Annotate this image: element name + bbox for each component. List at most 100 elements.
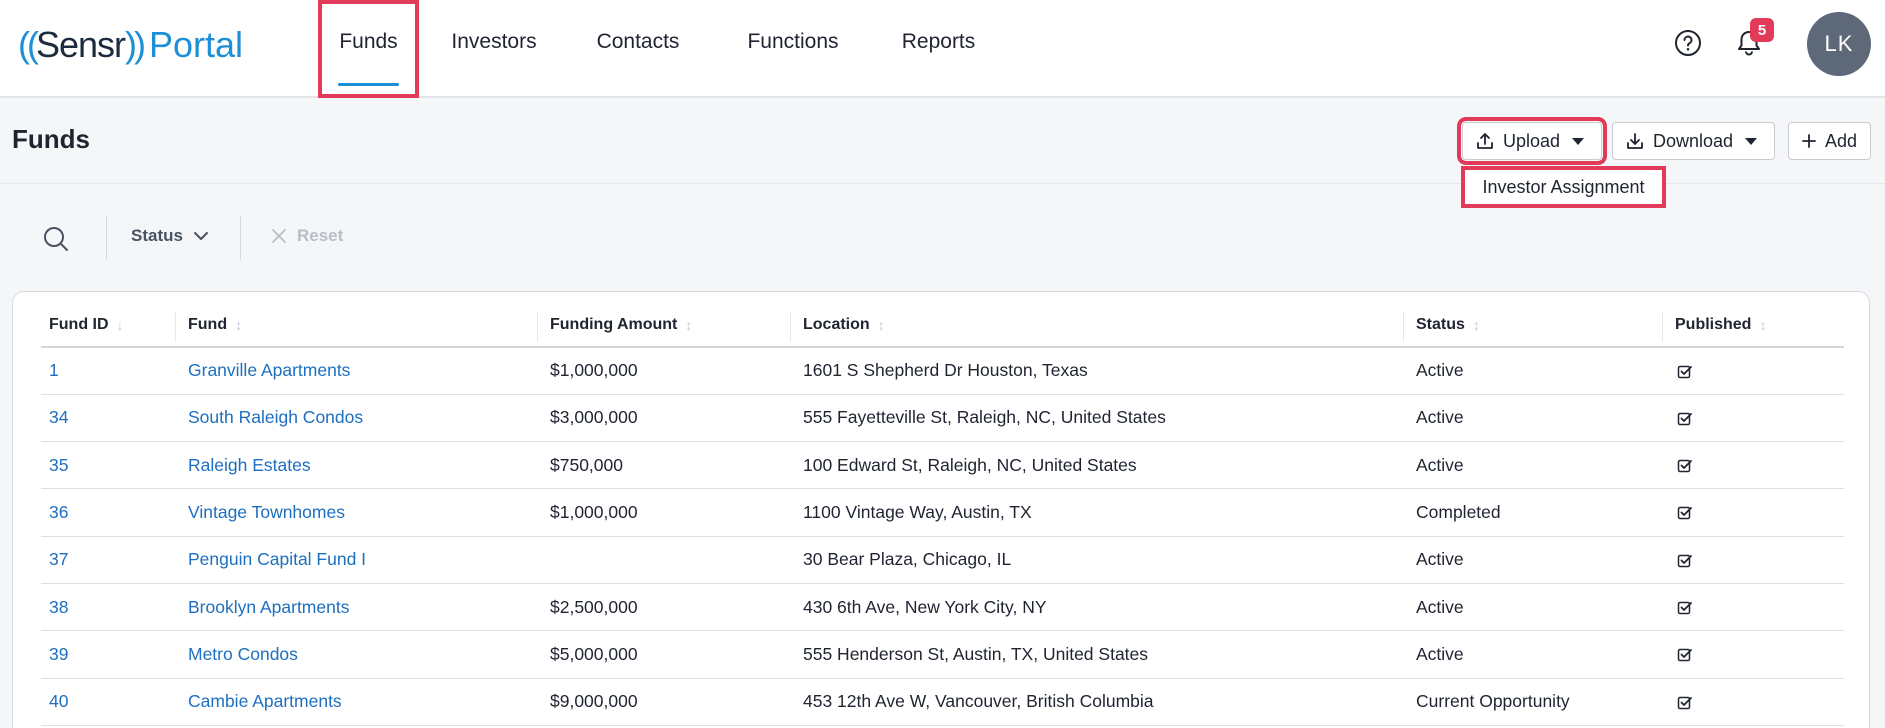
column-header-funding-amount[interactable]: Funding Amount ↕ (537, 304, 790, 348)
search-icon[interactable] (42, 225, 70, 253)
column-header-fund[interactable]: Fund ↕ (175, 304, 537, 348)
fund-id-link[interactable]: 40 (41, 678, 175, 726)
caret-down-icon (1745, 137, 1758, 145)
sort-icon: ↕ (1759, 316, 1767, 333)
fund-id-link[interactable]: 38 (41, 583, 175, 632)
column-header-label: Status (1416, 316, 1465, 333)
download-button-label: Download (1653, 130, 1734, 151)
funding-amount-cell: $1,000,000 (537, 488, 790, 537)
fund-name-link[interactable]: Brooklyn Apartments (175, 583, 537, 632)
status-cell: Active (1403, 347, 1662, 395)
nav-tab-investors[interactable]: Investors (419, 0, 569, 98)
nav-tab-funds[interactable]: Funds (318, 0, 419, 98)
checkbox-checked-icon (1677, 507, 1692, 520)
fund-id-link[interactable]: 36 (41, 488, 175, 537)
table-row[interactable]: 1 Granville Apartments $1,000,000 1601 S… (41, 347, 1844, 395)
status-cell: Active (1403, 536, 1662, 584)
add-button-label: Add (1825, 130, 1858, 151)
fund-id-link[interactable]: 1 (41, 347, 175, 395)
fund-id-link[interactable]: 35 (41, 441, 175, 490)
filter-bar: Status Reset (0, 210, 1885, 266)
table-header-row: Fund ID ↓ Fund ↕ Funding Amount ↕ Location ↕… (41, 304, 1844, 348)
fund-id-link[interactable]: 34 (41, 394, 175, 443)
table-row[interactable]: 39 Metro Condos $5,000,000 555 Henderson… (41, 630, 1844, 679)
funding-amount-cell: $9,000,000 (537, 678, 790, 726)
table-row[interactable]: 40 Cambie Apartments $9,000,000 453 12th… (41, 678, 1844, 726)
column-header-label: Published (1675, 316, 1752, 333)
checkbox-checked-icon (1677, 649, 1692, 662)
nav-tab-funds-label: Funds (339, 30, 398, 53)
nav-tab-reports-label: Reports (901, 30, 976, 53)
nav-tab-functions[interactable]: Functions (707, 0, 879, 98)
location-cell: 453 12th Ave W, Vancouver, British Colum… (790, 678, 1403, 726)
nav-tab-functions-label: Functions (747, 30, 839, 53)
add-button[interactable]: Add (1788, 122, 1871, 160)
user-avatar[interactable]: LK (1807, 12, 1871, 76)
logo-waves-left: (( (18, 24, 39, 65)
table-row[interactable]: 34 South Raleigh Condos $3,000,000 555 F… (41, 394, 1844, 443)
column-separator (1403, 312, 1404, 342)
published-cell (1662, 536, 1844, 584)
fund-name-link[interactable]: Cambie Apartments (175, 678, 537, 726)
chevron-down-icon (193, 232, 208, 240)
fund-id-link[interactable]: 37 (41, 536, 175, 584)
upload-menu-investor-assignment[interactable]: Investor Assignment (1461, 166, 1666, 208)
table-row[interactable]: 36 Vintage Townhomes $1,000,000 1100 Vin… (41, 488, 1844, 537)
fund-id-link[interactable]: 39 (41, 630, 175, 679)
funds-table: Fund ID ↓ Fund ↕ Funding Amount ↕ Location ↕… (41, 304, 1844, 726)
sensr-portal-logo[interactable]: (( Sensr )) Portal (18, 20, 243, 70)
sort-down-icon: ↓ (116, 316, 124, 333)
status-cell: Active (1403, 630, 1662, 679)
location-cell: 100 Edward St, Raleigh, NC, United State… (790, 441, 1403, 490)
column-header-label: Funding Amount (550, 316, 678, 333)
download-icon (1627, 133, 1643, 149)
column-header-fund-id[interactable]: Fund ID ↓ (41, 304, 175, 348)
table-row[interactable]: 37 Penguin Capital Fund I 30 Bear Plaza,… (41, 536, 1844, 584)
published-cell (1662, 583, 1844, 632)
table-row[interactable]: 35 Raleigh Estates $750,000 100 Edward S… (41, 441, 1844, 490)
upload-button[interactable]: Upload (1457, 117, 1607, 165)
published-cell (1662, 441, 1844, 490)
checkbox-checked-icon (1677, 459, 1692, 473)
location-cell: 430 6th Ave, New York City, NY (790, 583, 1403, 632)
sort-icon: ↕ (1472, 316, 1480, 333)
caret-down-icon (1572, 137, 1585, 145)
published-cell (1662, 678, 1844, 726)
logo-brand: Sensr (35, 24, 126, 65)
status-filter-dropdown[interactable]: Status (131, 226, 209, 246)
logo-portal: Portal (149, 24, 244, 65)
reset-label: Reset (297, 226, 344, 245)
column-header-label: Location (803, 316, 870, 333)
column-header-published[interactable]: Published ↕ (1662, 304, 1844, 348)
published-cell (1662, 630, 1844, 679)
funding-amount-cell: $750,000 (537, 441, 790, 490)
nav-tab-contacts[interactable]: Contacts (569, 0, 707, 98)
column-header-location[interactable]: Location ↕ (790, 304, 1403, 348)
fund-name-link[interactable]: Penguin Capital Fund I (175, 536, 537, 584)
fund-name-link[interactable]: South Raleigh Condos (175, 394, 537, 443)
column-header-status[interactable]: Status ↕ (1403, 304, 1662, 348)
funding-amount-cell: $1,000,000 (537, 347, 790, 395)
fund-name-link[interactable]: Vintage Townhomes (175, 488, 537, 537)
close-icon (272, 229, 286, 243)
funding-amount-cell: $2,500,000 (537, 583, 790, 632)
fund-name-link[interactable]: Granville Apartments (175, 347, 537, 395)
download-button[interactable]: Download (1612, 122, 1775, 160)
table-row[interactable]: 38 Brooklyn Apartments $2,500,000 430 6t… (41, 583, 1844, 632)
published-cell (1662, 394, 1844, 443)
fund-name-link[interactable]: Metro Condos (175, 630, 537, 679)
fund-name-link[interactable]: Raleigh Estates (175, 441, 537, 490)
sort-icon: ↕ (685, 316, 693, 333)
sort-icon: ↕ (877, 316, 885, 333)
reset-filters-button[interactable]: Reset (271, 226, 343, 246)
upload-menu-item-label: Investor Assignment (1482, 176, 1645, 197)
funds-table-card: Fund ID ↓ Fund ↕ Funding Amount ↕ Location ↕… (12, 291, 1870, 728)
help-icon[interactable] (1674, 29, 1702, 57)
published-cell (1662, 488, 1844, 537)
status-cell: Active (1403, 441, 1662, 490)
location-cell: 555 Henderson St, Austin, TX, United Sta… (790, 630, 1403, 679)
column-header-label: Fund (188, 316, 228, 333)
checkbox-checked-icon (1677, 554, 1692, 567)
nav-tab-reports[interactable]: Reports (879, 0, 998, 98)
location-cell: 1601 S Shepherd Dr Houston, Texas (790, 347, 1403, 395)
